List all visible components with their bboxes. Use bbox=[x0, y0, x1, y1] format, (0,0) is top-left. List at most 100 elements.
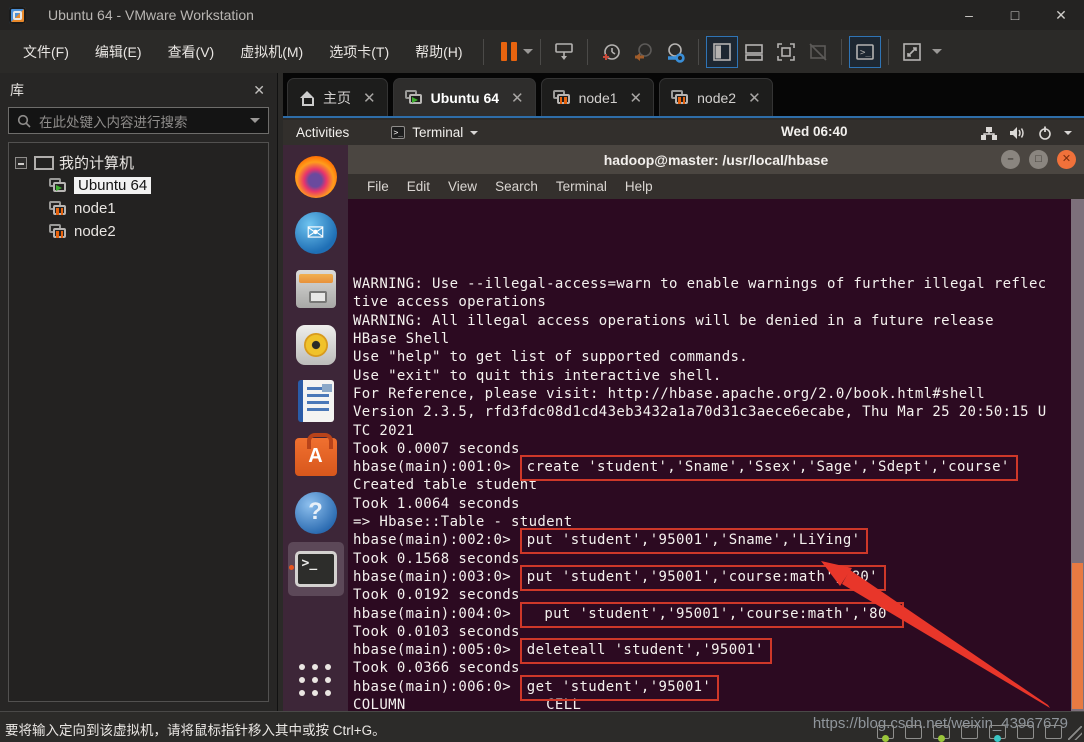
terminal-menu-view[interactable]: View bbox=[439, 179, 486, 194]
terminal-line: For Reference, please visit: http://hbas… bbox=[353, 385, 1070, 403]
network-adapter-icon[interactable] bbox=[933, 725, 950, 739]
close-icon[interactable]: ✕ bbox=[630, 89, 643, 107]
terminal-menu-help[interactable]: Help bbox=[616, 179, 662, 194]
show-library-button[interactable] bbox=[706, 36, 738, 68]
take-snapshot-button[interactable] bbox=[595, 36, 627, 68]
tab-label: 主页 bbox=[323, 88, 351, 108]
close-icon[interactable]: ✕ bbox=[511, 89, 524, 107]
terminal-line: HBase Shell bbox=[353, 330, 1070, 348]
writer-icon bbox=[298, 380, 334, 422]
usb-icon[interactable] bbox=[961, 725, 978, 739]
sound-icon[interactable] bbox=[989, 725, 1006, 739]
tab-home[interactable]: 主页 ✕ bbox=[287, 78, 388, 116]
terminal-icon: >_ bbox=[295, 551, 337, 587]
device-status-icons[interactable] bbox=[877, 725, 1062, 739]
tree-item-node1[interactable]: node1 bbox=[15, 197, 262, 220]
terminal-menu-edit[interactable]: Edit bbox=[398, 179, 439, 194]
dock-help[interactable] bbox=[288, 486, 344, 540]
tree-item-node2[interactable]: node2 bbox=[15, 220, 262, 243]
scrollbar-thumb[interactable] bbox=[1072, 563, 1083, 709]
chevron-down-icon[interactable] bbox=[932, 49, 942, 54]
tab-label: node1 bbox=[579, 90, 618, 106]
dock-terminal[interactable]: >_ bbox=[288, 542, 344, 596]
pause-button[interactable] bbox=[501, 42, 533, 61]
menu-edit[interactable]: 编辑(E) bbox=[82, 36, 155, 68]
enlarge-display-button[interactable] bbox=[896, 36, 928, 68]
terminal-menu-terminal[interactable]: Terminal bbox=[547, 179, 616, 194]
toolbar-separator bbox=[483, 39, 484, 65]
chevron-down-icon[interactable] bbox=[523, 49, 533, 54]
computer-icon bbox=[34, 156, 52, 170]
terminal-close-button[interactable]: ✕ bbox=[1057, 150, 1076, 169]
tab-node1[interactable]: node1 ✕ bbox=[541, 78, 655, 116]
resize-grip[interactable] bbox=[1068, 726, 1082, 740]
dock-ubuntu-software[interactable] bbox=[288, 430, 344, 484]
tab-node2[interactable]: node2 ✕ bbox=[659, 78, 773, 116]
terminal-line: hbase(main):003:0> put 'student','95001'… bbox=[353, 568, 1070, 586]
tab-ubuntu64[interactable]: Ubuntu 64 ✕ bbox=[393, 78, 536, 116]
terminal-title: hadoop@master: /usr/local/hbase bbox=[604, 152, 829, 168]
toolbar-separator bbox=[587, 39, 588, 65]
highlight-box: get 'student','95001' bbox=[520, 675, 719, 701]
terminal-line: hbase(main):005:0> deleteall 'student','… bbox=[353, 641, 1070, 659]
console-view-button[interactable]: >_ bbox=[849, 36, 881, 68]
revert-snapshot-button[interactable] bbox=[627, 36, 659, 68]
vm-paused-icon bbox=[553, 90, 571, 105]
dock-files[interactable] bbox=[288, 262, 344, 316]
show-thumbnail-bar-button[interactable] bbox=[738, 36, 770, 68]
minimize-button[interactable]: – bbox=[946, 0, 992, 30]
dock-rhythmbox[interactable] bbox=[288, 318, 344, 372]
terminal-menu-search[interactable]: Search bbox=[486, 179, 547, 194]
dock-libreoffice-writer[interactable] bbox=[288, 374, 344, 428]
system-tray[interactable] bbox=[981, 120, 1072, 145]
library-panel: 库 ✕ 在此处键入内容进行搜索 我的计算机 Ubuntu 64 node1 no… bbox=[0, 73, 278, 711]
dock-firefox[interactable] bbox=[288, 150, 344, 204]
svg-text:>_: >_ bbox=[860, 48, 871, 58]
terminal-minimize-button[interactable]: – bbox=[1001, 150, 1020, 169]
hard-disk-icon[interactable] bbox=[877, 725, 894, 739]
dock-app-grid[interactable] bbox=[288, 647, 344, 701]
collapse-icon[interactable] bbox=[15, 157, 27, 169]
vm-console[interactable]: Activities >_ Terminal Wed 06:40 >_ hado… bbox=[283, 120, 1084, 711]
chevron-down-icon[interactable] bbox=[250, 118, 260, 123]
activities-button[interactable]: Activities bbox=[296, 125, 349, 140]
menu-file[interactable]: 文件(F) bbox=[10, 36, 82, 68]
dock-thunderbird[interactable] bbox=[288, 206, 344, 260]
terminal-scrollbar[interactable] bbox=[1071, 199, 1084, 711]
terminal-menu-file[interactable]: File bbox=[358, 179, 398, 194]
fullscreen-button[interactable] bbox=[770, 36, 802, 68]
volume-icon bbox=[1009, 126, 1026, 140]
search-placeholder: 在此处键入内容进行搜索 bbox=[39, 111, 242, 131]
send-ctrl-alt-del-button[interactable] bbox=[548, 36, 580, 68]
home-icon bbox=[299, 91, 315, 105]
display-icon[interactable] bbox=[1045, 725, 1062, 739]
terminal-titlebar[interactable]: hadoop@master: /usr/local/hbase – □ ✕ bbox=[348, 145, 1084, 174]
tree-label: Ubuntu 64 bbox=[74, 177, 151, 194]
tab-label: node2 bbox=[697, 90, 736, 106]
tree-item-ubuntu64[interactable]: Ubuntu 64 bbox=[15, 174, 262, 197]
terminal-menubar: File Edit View Search Terminal Help bbox=[348, 174, 1084, 199]
terminal-window[interactable]: hadoop@master: /usr/local/hbase – □ ✕ Fi… bbox=[348, 145, 1084, 711]
cd-rom-icon[interactable] bbox=[905, 725, 922, 739]
snapshot-manager-button[interactable] bbox=[659, 36, 691, 68]
menu-vm[interactable]: 虚拟机(M) bbox=[227, 36, 316, 68]
printer-icon[interactable] bbox=[1017, 725, 1034, 739]
close-icon[interactable]: ✕ bbox=[253, 82, 265, 99]
search-icon bbox=[17, 114, 31, 128]
terminal-line: hbase(main):006:0> get 'student','95001' bbox=[353, 678, 1070, 696]
close-button[interactable]: ✕ bbox=[1038, 0, 1084, 30]
close-icon[interactable]: ✕ bbox=[363, 89, 376, 107]
search-input[interactable]: 在此处键入内容进行搜索 bbox=[8, 107, 269, 134]
vmware-statusbar: 要将输入定向到该虚拟机，请将鼠标指针移入其中或按 Ctrl+G。 https:/… bbox=[0, 711, 1084, 742]
menu-tabs[interactable]: 选项卡(T) bbox=[316, 36, 402, 68]
menu-help[interactable]: 帮助(H) bbox=[402, 36, 475, 68]
terminal-maximize-button[interactable]: □ bbox=[1029, 150, 1048, 169]
tree-item-my-computer[interactable]: 我的计算机 bbox=[15, 151, 262, 174]
maximize-button[interactable]: □ bbox=[992, 0, 1038, 30]
terminal-output[interactable]: WARNING: Use --illegal-access=warn to en… bbox=[348, 199, 1084, 711]
close-icon[interactable]: ✕ bbox=[748, 89, 761, 107]
status-hint: 要将输入定向到该虚拟机，请将鼠标指针移入其中或按 Ctrl+G。 bbox=[5, 719, 386, 739]
clock[interactable]: Wed 06:40 bbox=[781, 124, 848, 139]
menu-view[interactable]: 查看(V) bbox=[155, 36, 228, 68]
focused-app-menu[interactable]: >_ Terminal bbox=[391, 125, 478, 140]
